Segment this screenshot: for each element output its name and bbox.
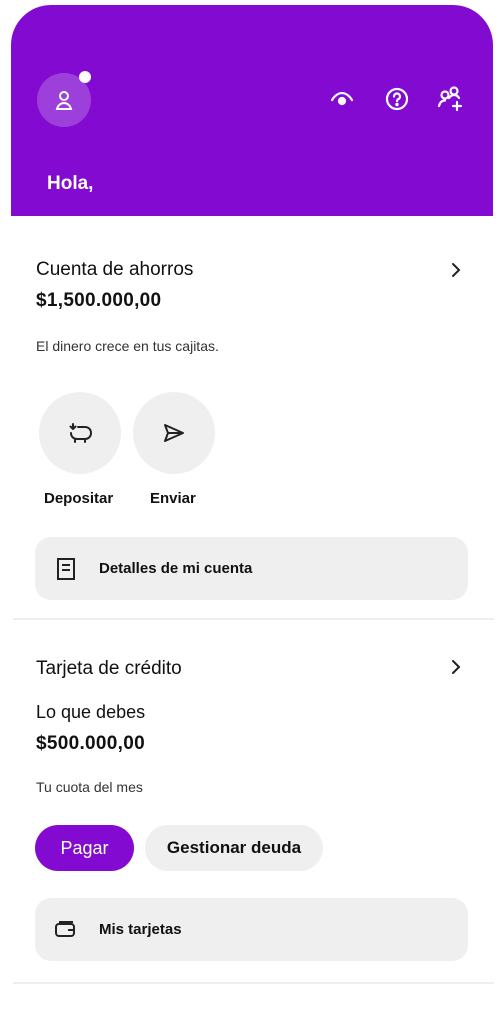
monthly-fee-label: Tu cuota del mes	[36, 779, 143, 795]
greeting: Hola,	[47, 173, 94, 194]
document-icon	[54, 557, 78, 581]
chevron-right-icon[interactable]	[448, 657, 464, 677]
savings-subtitle: El dinero crece en tus cajitas.	[36, 338, 219, 354]
eye-icon[interactable]	[327, 84, 357, 114]
help-icon[interactable]	[382, 84, 412, 114]
person-icon	[55, 91, 73, 110]
credit-card-title[interactable]: Tarjeta de crédito	[36, 658, 182, 680]
savings-title[interactable]: Cuenta de ahorros	[36, 259, 193, 281]
piggy-bank-icon	[69, 423, 92, 443]
notification-dot	[79, 71, 91, 83]
deposit-button[interactable]	[39, 392, 121, 474]
account-details-button[interactable]: Detalles de mi cuenta	[35, 537, 468, 600]
owed-amount: $500.000,00	[36, 733, 145, 754]
chevron-right-icon[interactable]	[448, 260, 464, 280]
pay-button[interactable]: Pagar	[35, 825, 134, 871]
add-friend-icon[interactable]	[436, 84, 466, 114]
section-divider	[13, 982, 494, 984]
account-header: Hola,	[11, 5, 493, 216]
owed-label: Lo que debes	[36, 702, 146, 722]
my-cards-label: Mis tarjetas	[99, 921, 182, 938]
send-button[interactable]	[133, 392, 215, 474]
manage-debt-button[interactable]: Gestionar deuda	[145, 825, 323, 871]
card-icon	[54, 918, 78, 942]
deposit-label: Depositar	[44, 490, 114, 507]
send-icon	[164, 424, 184, 442]
send-label: Enviar	[150, 490, 196, 507]
my-cards-button[interactable]: Mis tarjetas	[35, 898, 468, 961]
savings-balance: $1,500.000,00	[36, 290, 162, 311]
account-details-label: Detalles de mi cuenta	[99, 560, 253, 577]
section-divider	[13, 618, 494, 620]
